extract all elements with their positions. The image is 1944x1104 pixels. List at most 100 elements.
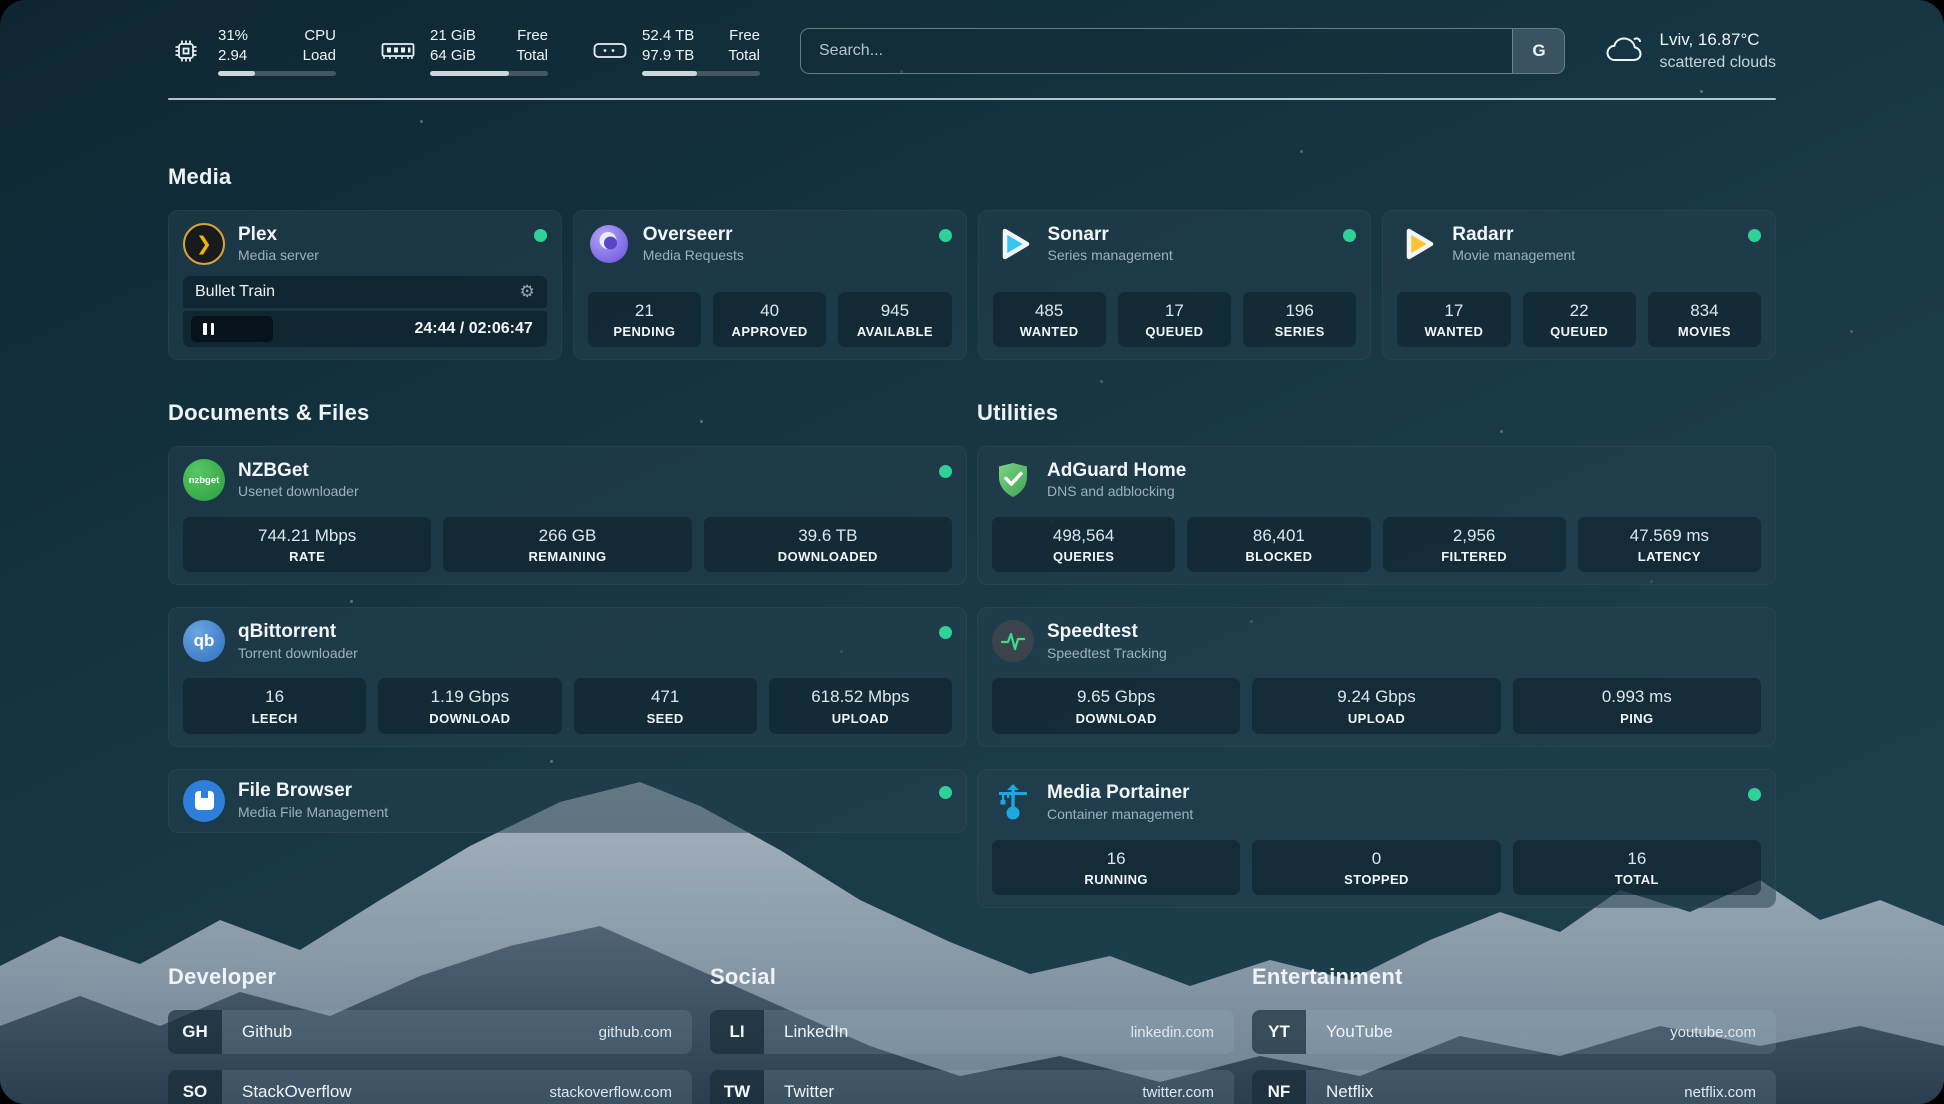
link-name: Github bbox=[242, 1010, 292, 1054]
memory-progress-bar bbox=[430, 71, 548, 76]
search-provider-button[interactable]: G bbox=[1512, 29, 1564, 73]
card-sonarr[interactable]: Sonarr Series management 485WANTED 17QUE… bbox=[978, 210, 1372, 360]
portainer-icon bbox=[992, 782, 1034, 824]
speedtest-icon bbox=[992, 620, 1034, 662]
link-name: YouTube bbox=[1326, 1010, 1393, 1054]
app-description: Media Requests bbox=[643, 247, 744, 263]
stat-downloaded: 39.6 TBDOWNLOADED bbox=[704, 517, 952, 572]
search-input[interactable] bbox=[801, 29, 1512, 73]
overseerr-icon bbox=[588, 223, 630, 265]
link-url: twitter.com bbox=[1142, 1070, 1214, 1104]
nzbget-icon: nzbget bbox=[183, 459, 225, 501]
stat-seed: 471SEED bbox=[574, 678, 757, 733]
link-url: github.com bbox=[599, 1010, 672, 1054]
app-name: NZBGet bbox=[238, 461, 359, 482]
plex-icon: ❯ bbox=[183, 223, 225, 265]
section-title-developer: Developer bbox=[168, 964, 692, 990]
stat-available: 945AVAILABLE bbox=[838, 292, 951, 347]
cloud-icon bbox=[1605, 32, 1645, 71]
link-youtube[interactable]: YT YouTube youtube.com bbox=[1252, 1010, 1776, 1054]
weather-condition: scattered clouds bbox=[1659, 52, 1776, 74]
card-portainer[interactable]: Media Portainer Container management 16R… bbox=[977, 769, 1776, 908]
player-bar: 24:44 / 02:06:47 bbox=[183, 311, 547, 347]
card-filebrowser[interactable]: File Browser Media File Management bbox=[168, 769, 967, 833]
stat-series: 196SERIES bbox=[1243, 292, 1356, 347]
stat-stopped: 0STOPPED bbox=[1252, 840, 1500, 895]
card-radarr[interactable]: Radarr Movie management 17WANTED 22QUEUE… bbox=[1382, 210, 1776, 360]
card-adguard[interactable]: AdGuard Home DNS and adblocking 498,564Q… bbox=[977, 446, 1776, 585]
link-url: netflix.com bbox=[1684, 1070, 1756, 1104]
link-badge: NF bbox=[1252, 1070, 1306, 1104]
status-dot bbox=[1748, 229, 1761, 242]
disk-label-top: Free bbox=[729, 26, 760, 46]
cpu-stat: 31%CPU 2.94Load bbox=[168, 26, 336, 76]
stat-pending: 21PENDING bbox=[588, 292, 701, 347]
stat-queued: 22QUEUED bbox=[1523, 292, 1636, 347]
link-netflix[interactable]: NF Netflix netflix.com bbox=[1252, 1070, 1776, 1104]
link-name: Netflix bbox=[1326, 1070, 1373, 1104]
app-name: File Browser bbox=[238, 781, 388, 802]
link-badge: LI bbox=[710, 1010, 764, 1054]
app-name: Radarr bbox=[1452, 225, 1575, 246]
card-overseerr[interactable]: Overseerr Media Requests 21PENDING 40APP… bbox=[573, 210, 967, 360]
stat-download: 1.19 GbpsDOWNLOAD bbox=[378, 678, 561, 733]
status-dot bbox=[1343, 229, 1356, 242]
app-description: Media server bbox=[238, 247, 319, 263]
app-name: Media Portainer bbox=[1047, 783, 1193, 804]
link-linkedin[interactable]: LI LinkedIn linkedin.com bbox=[710, 1010, 1234, 1054]
link-url: stackoverflow.com bbox=[549, 1070, 672, 1104]
card-plex[interactable]: ❯ Plex Media server Bullet Train ⚙ 24:44 bbox=[168, 210, 562, 360]
cpu-label-top: CPU bbox=[304, 26, 336, 46]
section-title-entertainment: Entertainment bbox=[1252, 964, 1776, 990]
link-url: linkedin.com bbox=[1131, 1010, 1214, 1054]
stat-wanted: 485WANTED bbox=[993, 292, 1106, 347]
stat-queued: 17QUEUED bbox=[1118, 292, 1231, 347]
disk-value-bottom: 97.9 TB bbox=[642, 46, 694, 66]
memory-label-top: Free bbox=[517, 26, 548, 46]
filebrowser-icon bbox=[183, 780, 225, 822]
stat-leech: 16LEECH bbox=[183, 678, 366, 733]
section-title-documents: Documents & Files bbox=[168, 400, 967, 426]
status-dot bbox=[534, 229, 547, 242]
gear-icon[interactable]: ⚙ bbox=[520, 282, 535, 302]
link-stackoverflow[interactable]: SO StackOverflow stackoverflow.com bbox=[168, 1070, 692, 1104]
app-name: qBittorrent bbox=[238, 622, 358, 643]
sonarr-icon bbox=[993, 223, 1035, 265]
app-name: Sonarr bbox=[1048, 225, 1173, 246]
disk-label-bottom: Total bbox=[728, 46, 760, 66]
disk-progress-bar bbox=[642, 71, 760, 76]
pause-button[interactable] bbox=[191, 316, 273, 342]
section-title-media: Media bbox=[168, 164, 1776, 190]
memory-value-bottom: 64 GiB bbox=[430, 46, 476, 66]
status-dot bbox=[1748, 788, 1761, 801]
card-nzbget[interactable]: nzbget NZBGet Usenet downloader 744.21 M… bbox=[168, 446, 967, 585]
now-playing-strip: Bullet Train ⚙ bbox=[183, 276, 547, 308]
link-github[interactable]: GH Github github.com bbox=[168, 1010, 692, 1054]
app-name: AdGuard Home bbox=[1047, 461, 1186, 482]
radarr-icon bbox=[1397, 223, 1439, 265]
stat-movies: 834MOVIES bbox=[1648, 292, 1761, 347]
app-description: Torrent downloader bbox=[238, 645, 358, 661]
link-twitter[interactable]: TW Twitter twitter.com bbox=[710, 1070, 1234, 1104]
app-description: Media File Management bbox=[238, 804, 388, 820]
section-title-social: Social bbox=[710, 964, 1234, 990]
link-url: youtube.com bbox=[1670, 1010, 1756, 1054]
stat-running: 16RUNNING bbox=[992, 840, 1240, 895]
card-speedtest[interactable]: Speedtest Speedtest Tracking 9.65 GbpsDO… bbox=[977, 607, 1776, 746]
stat-latency: 47.569 msLATENCY bbox=[1578, 517, 1761, 572]
weather-widget: Lviv, 16.87°C scattered clouds bbox=[1605, 29, 1776, 74]
search-bar: G bbox=[800, 28, 1565, 74]
dashboard-window: 31%CPU 2.94Load bbox=[0, 0, 1944, 1104]
app-description: Series management bbox=[1048, 247, 1173, 263]
memory-stat: 21 GiBFree 64 GiBTotal bbox=[380, 26, 548, 76]
link-name: StackOverflow bbox=[242, 1070, 352, 1104]
stat-approved: 40APPROVED bbox=[713, 292, 826, 347]
cpu-icon bbox=[168, 36, 204, 66]
stat-blocked: 86,401BLOCKED bbox=[1187, 517, 1370, 572]
app-name: Plex bbox=[238, 225, 319, 246]
section-title-utilities: Utilities bbox=[977, 400, 1776, 426]
card-qbittorrent[interactable]: qb qBittorrent Torrent downloader 16LEEC… bbox=[168, 607, 967, 746]
disk-icon bbox=[592, 39, 628, 63]
now-playing-title: Bullet Train bbox=[195, 283, 275, 301]
stat-remaining: 266 GBREMAINING bbox=[443, 517, 691, 572]
